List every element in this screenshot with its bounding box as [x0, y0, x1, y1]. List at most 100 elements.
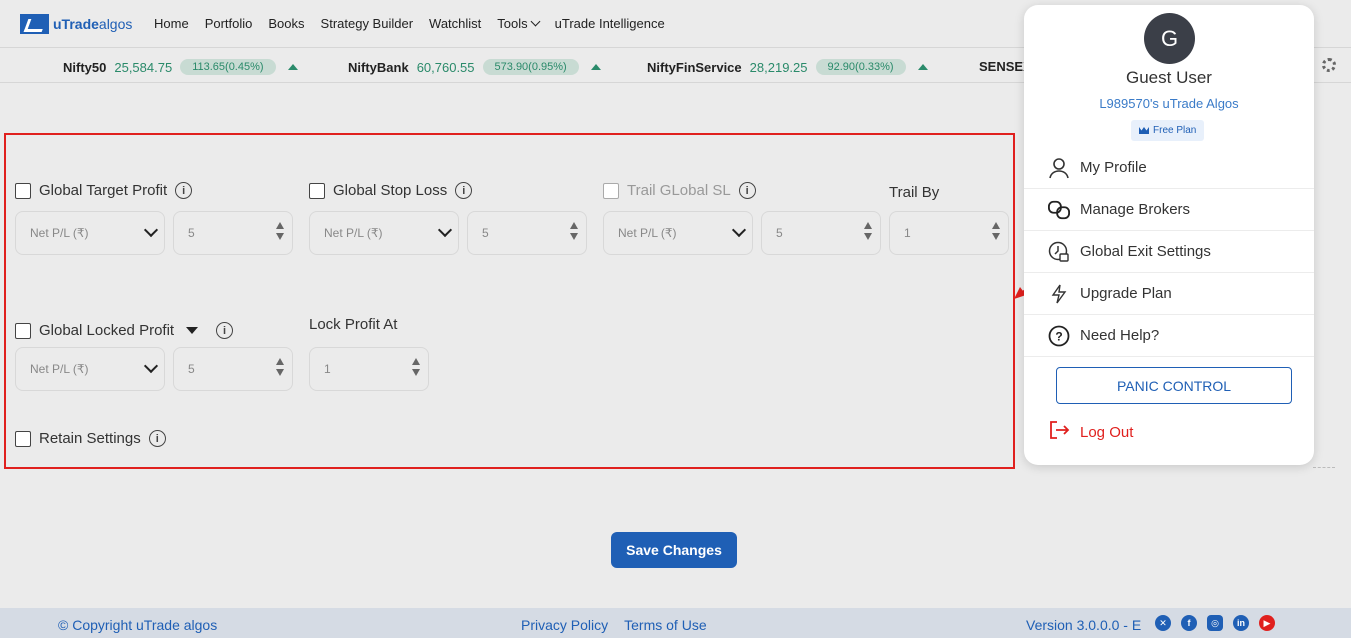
info-icon[interactable]: i [216, 322, 234, 339]
menu-item-global-exit-settings[interactable]: Global Exit Settings [1024, 231, 1314, 273]
select-value: Net P/L (₹) [30, 226, 89, 240]
gear-icon[interactable] [1322, 58, 1336, 72]
x-icon[interactable]: ✕ [1155, 615, 1171, 631]
version-text: Version 3.0.0.0 - E [1026, 617, 1142, 633]
panic-control-button[interactable]: PANIC CONTROL [1056, 367, 1292, 404]
link-icon [1048, 199, 1070, 221]
brand-logo[interactable]: uTradealgos [20, 14, 132, 34]
stop-loss-value-input[interactable]: 5 [467, 211, 587, 255]
stepper-icon[interactable] [570, 222, 578, 240]
log-out-label: Log Out [1080, 423, 1134, 441]
info-icon[interactable]: i [175, 182, 193, 199]
ticker-item[interactable]: NiftyBank 60,760.55 573.90(0.95%) [348, 59, 601, 75]
nav-home[interactable]: Home [154, 16, 189, 31]
ticker-value: 28,219.25 [749, 59, 808, 75]
main-menu: Home Portfolio Books Strategy Builder Wa… [154, 16, 665, 31]
ticker-change: 92.90(0.33%) [815, 59, 906, 75]
instagram-icon[interactable]: ◎ [1207, 615, 1223, 631]
youtube-icon[interactable]: ▶ [1259, 615, 1275, 631]
logout-icon [1048, 419, 1070, 445]
global-stop-loss-option: Global Stop Loss i [309, 182, 473, 199]
linkedin-icon[interactable]: in [1233, 615, 1249, 631]
locked-profit-type-select[interactable]: Net P/L (₹) [15, 347, 165, 391]
logo-mark-icon [20, 14, 49, 34]
menu-item-label: Upgrade Plan [1080, 285, 1172, 302]
up-arrow-icon [287, 64, 298, 70]
menu-item-need-help[interactable]: ? Need Help? [1024, 315, 1314, 357]
menu-item-label: Manage Brokers [1080, 201, 1191, 218]
retain-settings-option: Retain Settings i [15, 430, 166, 447]
trail-by-input[interactable]: 1 [889, 211, 1009, 255]
account-name[interactable]: L989570's uTrade Algos [1024, 96, 1314, 111]
select-value: Net P/L (₹) [618, 226, 677, 240]
stepper-icon[interactable] [276, 222, 284, 240]
menu-item-label: Global Exit Settings [1080, 243, 1211, 260]
privacy-policy-link[interactable]: Privacy Policy [521, 617, 608, 633]
nav-tools-label: Tools [497, 16, 528, 31]
target-profit-value-input[interactable]: 5 [173, 211, 293, 255]
footer-links: Privacy Policy Terms of Use [521, 617, 707, 633]
user-menu-dropdown: G Guest User L989570's uTrade Algos Free… [1024, 5, 1314, 465]
stepper-icon[interactable] [864, 222, 872, 240]
retain-settings-checkbox[interactable] [15, 430, 31, 447]
nav-books[interactable]: Books [268, 16, 304, 31]
clock-lock-icon [1048, 241, 1070, 263]
log-out-button[interactable]: Log Out [1048, 419, 1133, 445]
retain-settings-label: Retain Settings [39, 430, 141, 447]
global-stop-loss-checkbox[interactable] [309, 182, 325, 199]
ticker-name: Nifty50 [63, 59, 107, 75]
stepper-icon[interactable] [992, 222, 1000, 240]
info-icon[interactable]: i [455, 182, 473, 199]
plan-label: Free Plan [1153, 125, 1197, 136]
trail-global-sl-checkbox[interactable] [603, 182, 619, 199]
menu-item-my-profile[interactable]: My Profile [1024, 147, 1314, 189]
ticker-value: 25,584.75 [114, 59, 173, 75]
chevron-down-icon [143, 358, 159, 374]
input-value: 1 [904, 226, 911, 240]
global-target-profit-option: Global Target Profit i [15, 182, 193, 199]
global-locked-profit-label: Global Locked Profit [39, 322, 175, 339]
brand-name-bold: uTrade [53, 16, 99, 32]
trail-global-sl-label: Trail GLobal SL [627, 182, 731, 199]
trail-sl-type-select[interactable]: Net P/L (₹) [603, 211, 753, 255]
plan-badge: Free Plan [1131, 120, 1205, 141]
user-icon [1048, 157, 1070, 179]
menu-item-upgrade-plan[interactable]: Upgrade Plan [1024, 273, 1314, 315]
global-locked-profit-option: Global Locked Profit i [15, 322, 234, 339]
nav-portfolio[interactable]: Portfolio [205, 16, 253, 31]
user-name: Guest User [1126, 68, 1212, 87]
global-target-profit-checkbox[interactable] [15, 182, 31, 199]
stepper-icon[interactable] [276, 358, 284, 376]
up-arrow-icon [917, 64, 928, 70]
info-icon[interactable]: i [148, 430, 166, 447]
locked-profit-value-input[interactable]: 5 [173, 347, 293, 391]
terms-of-use-link[interactable]: Terms of Use [624, 617, 706, 633]
lightning-icon [1048, 283, 1070, 305]
global-locked-profit-checkbox[interactable] [15, 322, 31, 339]
stepper-icon[interactable] [412, 358, 420, 376]
info-icon[interactable]: i [738, 182, 756, 199]
ticker-item[interactable]: Nifty50 25,584.75 113.65(0.45%) [63, 59, 298, 75]
divider [1313, 467, 1335, 468]
stop-loss-type-select[interactable]: Net P/L (₹) [309, 211, 459, 255]
target-profit-type-select[interactable]: Net P/L (₹) [15, 211, 165, 255]
ticker-change: 573.90(0.95%) [482, 59, 579, 75]
trail-sl-value-input[interactable]: 5 [761, 211, 881, 255]
nav-strategy-builder[interactable]: Strategy Builder [321, 16, 414, 31]
input-value: 5 [482, 226, 489, 240]
ticker-value: 60,760.55 [416, 59, 475, 75]
crown-icon [1139, 127, 1149, 134]
lock-profit-at-input[interactable]: 1 [309, 347, 429, 391]
global-target-profit-label: Global Target Profit [39, 182, 168, 199]
ticker-item[interactable]: NiftyFinService 28,219.25 92.90(0.33%) [647, 59, 928, 75]
menu-item-manage-brokers[interactable]: Manage Brokers [1024, 189, 1314, 231]
nav-utrade-intelligence[interactable]: uTrade Intelligence [555, 16, 665, 31]
input-value: 1 [324, 362, 331, 376]
copyright-text: © Copyright uTrade algos [58, 617, 218, 633]
caret-down-icon[interactable] [186, 327, 199, 334]
nav-watchlist[interactable]: Watchlist [429, 16, 481, 31]
save-changes-button[interactable]: Save Changes [611, 532, 737, 568]
nav-tools[interactable]: Tools [497, 16, 541, 31]
facebook-icon[interactable]: f [1181, 615, 1197, 631]
input-value: 5 [776, 226, 783, 240]
